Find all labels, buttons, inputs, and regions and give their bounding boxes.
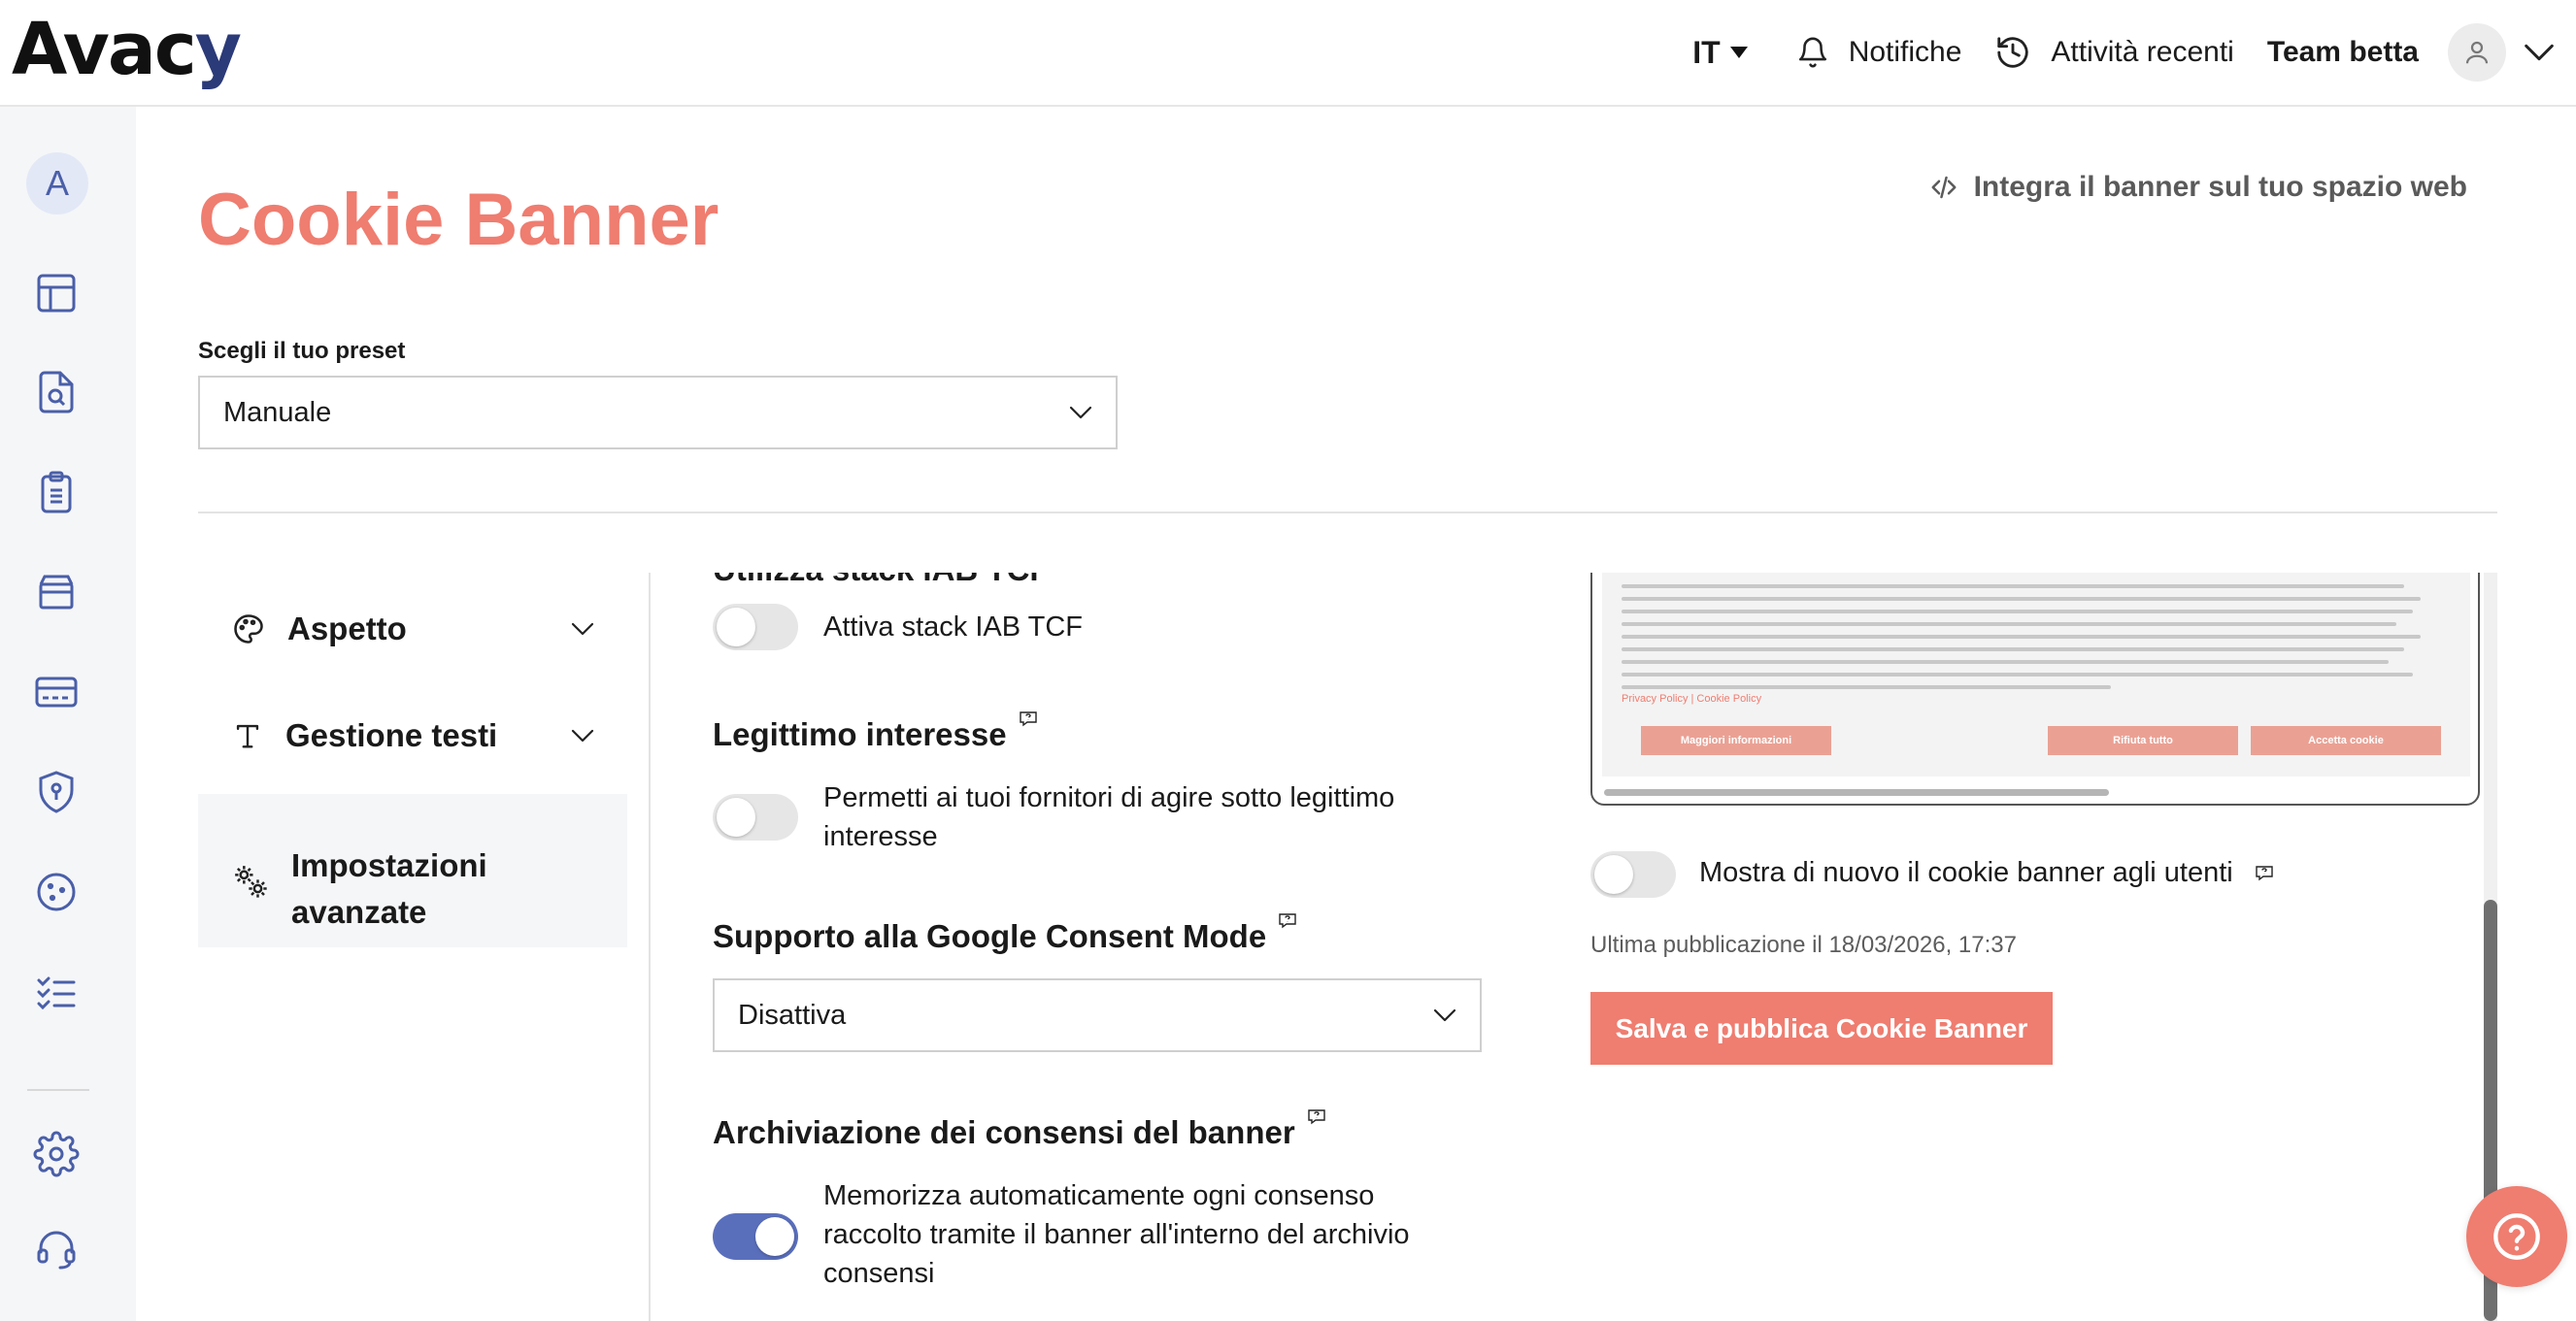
embed-banner-link[interactable]: Integra il banner sul tuo spazio web — [1927, 171, 2467, 204]
advanced-settings-panel: Utilizza stack IAB TCF Attiva stack IAB … — [713, 573, 1509, 1321]
google-consent-heading: Supporto alla Google Consent Mode — [713, 913, 1297, 955]
preset-label: Scegli il tuo preset — [198, 338, 406, 364]
top-bar: Avacy IT Notifiche Attività recenti Team… — [0, 0, 2576, 107]
toggle-knob — [717, 608, 755, 646]
chevron-down-icon — [571, 729, 594, 743]
document-search-icon[interactable] — [33, 369, 80, 415]
chevron-down-icon — [1433, 1008, 1456, 1022]
archive-consents-toggle[interactable] — [713, 1213, 798, 1260]
user-icon — [2465, 41, 2489, 64]
preview-frame: Privacy Policy | Cookie Policy Maggiori … — [1590, 573, 2480, 806]
checklist-icon[interactable] — [33, 969, 80, 1015]
bell-icon — [1798, 37, 1826, 68]
preset-select[interactable]: Manuale — [198, 376, 1118, 449]
google-consent-heading-text: Supporto alla Google Consent Mode — [713, 918, 1267, 954]
preview-more-info-button: Maggiori informazioni — [1641, 726, 1831, 755]
nav-item-impostazioni-avanzate[interactable]: Impostazioni avanzate — [198, 794, 627, 947]
box-icon[interactable] — [33, 569, 80, 615]
info-icon[interactable] — [1019, 710, 1038, 727]
caret-down-icon — [1729, 47, 1748, 58]
description-line: Memorizza automaticamente ogni consenso — [823, 1180, 1375, 1211]
archive-consents-heading-text: Archiviazione dei consensi del banner — [713, 1114, 1295, 1150]
clipboard-list-icon[interactable] — [33, 469, 80, 515]
top-right-actions: IT Notifiche Attività recenti Team betta — [1692, 0, 2576, 105]
headset-icon[interactable] — [33, 1225, 80, 1271]
preview-reject-button: Rifiuta tutto — [2048, 726, 2238, 755]
recent-activity-button[interactable]: Attività recenti — [1994, 34, 2234, 71]
description-line: consensi — [823, 1258, 935, 1289]
gears-icon — [235, 866, 267, 898]
chevron-down-icon — [1069, 406, 1092, 419]
reshow-banner-toggle[interactable] — [1590, 851, 1676, 898]
iab-tcf-toggle-label: Attiva stack IAB TCF — [823, 611, 1083, 643]
info-icon[interactable] — [2255, 865, 2274, 881]
description-line: raccolto tramite il banner all'interno d… — [823, 1219, 1410, 1250]
page-title: Cookie Banner — [198, 179, 719, 261]
chevron-down-icon[interactable] — [2524, 43, 2555, 62]
toggle-knob — [1594, 855, 1633, 894]
archive-consents-description: Memorizza automaticamente ogni consenso … — [823, 1176, 1410, 1293]
iab-tcf-toggle[interactable] — [713, 604, 798, 650]
preview-banner: Privacy Policy | Cookie Policy Maggiori … — [1602, 573, 2470, 776]
nav-item-aspetto[interactable]: Aspetto — [198, 580, 627, 677]
save-publish-button[interactable]: Salva e pubblica Cookie Banner — [1590, 992, 2053, 1065]
last-publish-info: Ultima pubblicazione il 18/03/2026, 17:3… — [1590, 932, 2017, 958]
avacy-logo[interactable]: Avacy — [12, 8, 242, 91]
nav-item-label: Aspetto — [287, 611, 407, 646]
embed-banner-label: Integra il banner sul tuo spazio web — [1973, 171, 2467, 203]
user-avatar[interactable] — [2448, 23, 2506, 82]
archive-consents-heading: Archiviazione dei consensi del banner — [713, 1109, 1326, 1151]
language-selector[interactable]: IT — [1692, 34, 1748, 71]
help-icon — [2493, 1213, 2540, 1260]
reshow-banner-label: Mostra di nuovo il cookie banner agli ut… — [1699, 857, 2274, 889]
preset-value: Manuale — [223, 396, 332, 428]
settings-icon[interactable] — [33, 1131, 80, 1177]
team-name[interactable]: Team betta — [2267, 36, 2419, 69]
chevron-down-icon — [571, 622, 594, 636]
recent-activity-label: Attività recenti — [2051, 36, 2234, 68]
nav-item-label: Gestione testi — [285, 717, 498, 753]
info-icon[interactable] — [1278, 912, 1297, 929]
description-line: Permetti ai tuoi fornitori di agire sott… — [823, 782, 1395, 813]
sidebar: A — [0, 107, 136, 1321]
google-consent-select[interactable]: Disattiva — [713, 978, 1482, 1052]
section-divider — [198, 512, 2497, 513]
palette-icon — [234, 614, 263, 644]
description-line: interesse — [823, 821, 938, 852]
settings-nav: Aspetto Gestione testi Impostazioni avan… — [198, 580, 627, 947]
legit-interest-heading: Legittimo interesse — [713, 711, 1038, 753]
code-icon — [1931, 176, 1957, 199]
preview-accept-button: Accetta cookie — [2251, 726, 2441, 755]
info-icon[interactable] — [1307, 1108, 1326, 1125]
reshow-banner-label-text: Mostra di nuovo il cookie banner agli ut… — [1699, 857, 2233, 888]
preview-policy-links: Privacy Policy | Cookie Policy — [1622, 693, 1762, 705]
preview-banner-text — [1622, 584, 2437, 698]
notifications-label: Notifiche — [1848, 36, 1962, 68]
dashboard-icon[interactable] — [33, 270, 80, 316]
workspace-avatar[interactable]: A — [26, 152, 88, 215]
cookie-icon[interactable] — [33, 869, 80, 915]
toggle-knob — [717, 798, 755, 837]
google-consent-value: Disattiva — [738, 999, 847, 1031]
preview-scrollbar[interactable] — [1604, 789, 2109, 796]
iab-tcf-heading: Utilizza stack IAB TCF — [713, 573, 1050, 588]
toggle-knob — [755, 1217, 794, 1256]
legit-interest-toggle[interactable] — [713, 794, 798, 841]
shield-key-icon[interactable] — [33, 769, 80, 815]
language-code: IT — [1692, 34, 1721, 70]
legit-interest-heading-text: Legittimo interesse — [713, 716, 1007, 752]
history-icon — [1997, 37, 2029, 68]
notifications-button[interactable]: Notifiche — [1796, 35, 1962, 70]
banner-preview: Privacy Policy | Cookie Policy Maggiori … — [1589, 573, 2482, 825]
sidebar-divider — [27, 1089, 89, 1091]
nav-item-label: Impostazioni avanzate — [291, 847, 487, 930]
column-divider — [649, 573, 651, 1321]
banner-icon[interactable] — [33, 669, 80, 715]
legit-interest-description: Permetti ai tuoi fornitori di agire sott… — [823, 778, 1394, 856]
nav-item-gestione-testi[interactable]: Gestione testi — [198, 677, 627, 794]
help-button[interactable] — [2466, 1186, 2567, 1287]
text-icon — [236, 724, 259, 748]
